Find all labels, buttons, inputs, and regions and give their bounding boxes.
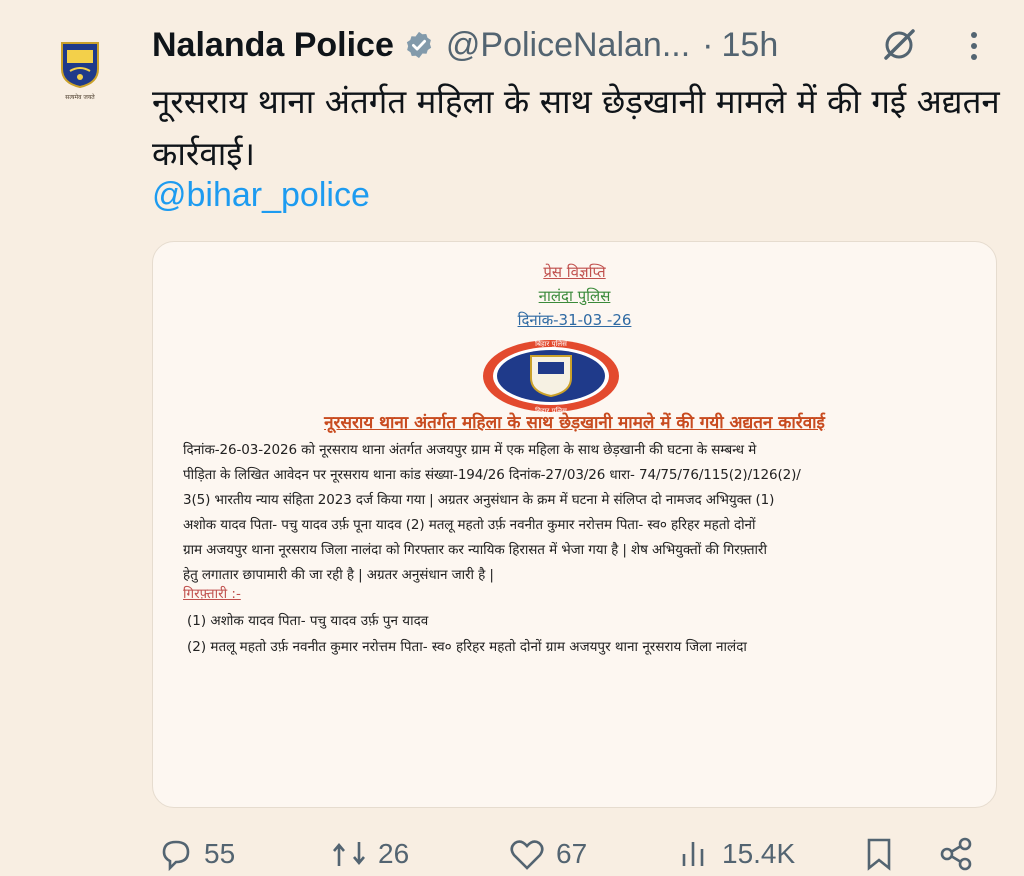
like-button[interactable]: 67 (508, 836, 587, 872)
views-icon (682, 842, 704, 866)
tweet-header: Nalanda Police @PoliceNalan... · 15h (152, 20, 1012, 70)
share-icon (940, 837, 972, 871)
repost-count: 26 (378, 838, 410, 869)
arrest-list: (1) अशोक यादव पिता- पचु यादव उर्फ़ पुन य… (187, 608, 747, 660)
press-header: प्रेस विज्ञप्ति नालंदा पुलिस दिनांक-31-0… (153, 260, 996, 332)
release-heading: नूरसराय थाना अंतर्गत महिला के साथ छेड़खा… (324, 413, 825, 433)
reply-count: 55 (204, 838, 236, 869)
body-line: पीड़िता के लिखित आवेदन पर नूरसराय थाना क… (183, 467, 801, 483)
emblem-top-text: बिहार पुलिस (535, 339, 567, 348)
bihar-police-emblem-icon: बिहार पुलिस बिहार पुलिस (483, 339, 619, 415)
reply-button[interactable]: 55 (158, 836, 235, 872)
action-bar: 55 26 67 15.4K (152, 836, 1012, 876)
views-button[interactable]: 15.4K (678, 836, 795, 872)
tweet-text: नूरसराय थाना अंतर्गत महिला के साथ छेड़खा… (152, 82, 1000, 173)
reply-icon (162, 840, 190, 872)
press-release-image[interactable]: प्रेस विज्ञप्ति नालंदा पुलिस दिनांक-31-0… (152, 241, 997, 808)
tweet-time[interactable]: 15h (722, 26, 779, 65)
separator-dot: · (702, 25, 714, 64)
bookmark-icon (867, 838, 891, 871)
org-label: नालंदा पुलिस (538, 287, 611, 305)
like-count: 67 (556, 838, 588, 869)
avatar-motto: सत्यमेव जयते (65, 94, 95, 101)
account-name[interactable]: Nalanda Police (152, 26, 394, 65)
bookmark-button[interactable] (864, 836, 894, 872)
avatar[interactable]: सत्यमेव जयते (40, 30, 120, 110)
share-button[interactable] (938, 836, 974, 872)
repost-button[interactable]: 26 (330, 836, 409, 872)
views-count: 15.4K (722, 838, 796, 869)
press-release-label: प्रेस विज्ञप्ति (543, 263, 606, 281)
body-line: दिनांक-26-03-2026 को नूरसराय थाना अंतर्ग… (183, 442, 757, 458)
body-line: अशोक यादव पिता- पचु यादव उर्फ़ पूना यादव… (183, 517, 756, 533)
body-line: 3(5) भारतीय न्याय संहिता 2023 दर्ज किया … (183, 492, 775, 508)
release-date: दिनांक-31-03 -26 (517, 311, 632, 329)
grok-icon[interactable] (880, 26, 918, 68)
verified-badge-icon (404, 30, 434, 60)
mention-link[interactable]: @bihar_police (152, 176, 370, 215)
body-line: ग्राम अजयपुर थाना नूरसराय जिला नालंदा को… (183, 542, 767, 558)
more-options-icon[interactable] (964, 28, 984, 68)
arrest-item: (2) मतलू महतो उर्फ़ नवनीत कुमार नरोत्तम … (187, 639, 747, 655)
police-emblem-icon (61, 42, 99, 89)
heart-icon (510, 840, 544, 870)
release-body: दिनांक-26-03-2026 को नूरसराय थाना अंतर्ग… (183, 438, 983, 588)
repost-icon (333, 842, 365, 866)
arrest-title: गिरफ़्तारी :- (183, 586, 241, 602)
account-handle[interactable]: @PoliceNalan... (446, 26, 690, 65)
body-line: हेतु लगातार छापामारी की जा रही है | अग्र… (183, 567, 494, 583)
arrest-item: (1) अशोक यादव पिता- पचु यादव उर्फ़ पुन य… (187, 613, 429, 629)
